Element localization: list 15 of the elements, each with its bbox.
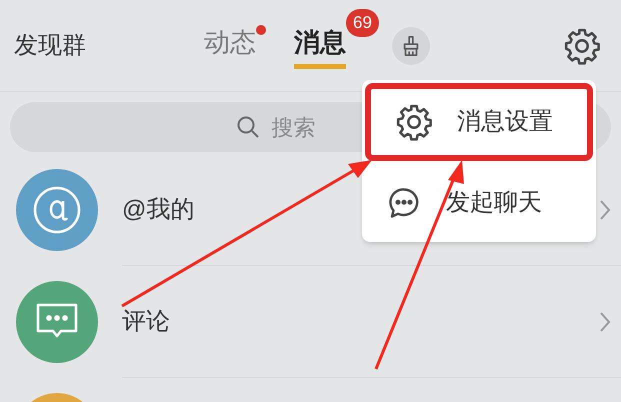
conversation-title[interactable]: @我的 — [122, 192, 194, 228]
broom-button[interactable] — [392, 26, 430, 64]
page-title[interactable]: 发现群 — [14, 28, 204, 64]
menu-item[interactable]: 发起聊天 — [362, 164, 596, 242]
tab[interactable]: 动态 — [204, 22, 256, 68]
chevron-right-icon — [599, 198, 611, 220]
settings-icon — [395, 103, 433, 141]
unread-count-badge: 69 — [346, 8, 379, 36]
conversation-title[interactable]: 评论 — [122, 304, 170, 340]
menu-item[interactable]: 消息设置 — [365, 83, 593, 161]
at-sign-icon — [32, 185, 82, 235]
settings-icon — [563, 26, 601, 64]
chevron-right-icon — [599, 310, 611, 332]
search-placeholder: 搜索 — [272, 114, 316, 142]
search-icon — [236, 115, 260, 139]
